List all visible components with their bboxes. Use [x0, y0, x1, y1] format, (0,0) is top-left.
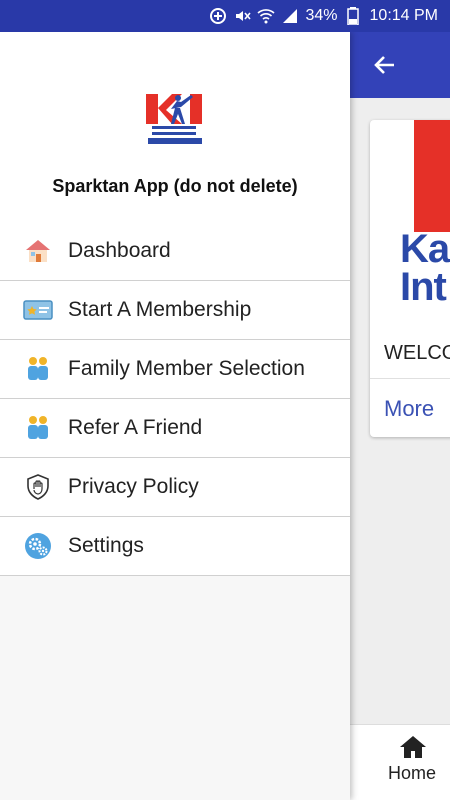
shield-hand-icon: [23, 472, 53, 502]
drawer-app-title: Sparktan App (do not delete): [52, 176, 298, 196]
navigation-drawer: Sparktan App (do not delete) Dashboard S…: [0, 32, 350, 800]
home-nav-label[interactable]: Home: [388, 763, 436, 784]
home-nav-icon[interactable]: [399, 735, 427, 759]
clock: 10:14 PM: [369, 7, 438, 24]
card-divider: [370, 378, 450, 379]
status-bar: 34% 10:14 PM: [0, 0, 450, 32]
menu-item-refer-a-friend[interactable]: Refer A Friend: [0, 399, 350, 458]
home-icon: [23, 236, 53, 266]
card-logo-text: Ka Int: [400, 227, 450, 309]
karate-international-logo: [144, 92, 206, 146]
drawer-menu: Dashboard Start A Membership Family Memb…: [0, 222, 350, 576]
menu-item-label: Settings: [68, 534, 144, 557]
battery-percent: 34%: [305, 7, 338, 24]
data-saver-icon: [209, 7, 227, 25]
menu-item-settings[interactable]: Settings: [0, 517, 350, 576]
wifi-icon: [257, 7, 276, 25]
mute-icon: [233, 7, 252, 25]
family-icon: [23, 354, 53, 384]
menu-item-start-membership[interactable]: Start A Membership: [0, 281, 350, 340]
menu-item-label: Dashboard: [68, 239, 171, 262]
menu-item-dashboard[interactable]: Dashboard: [0, 222, 350, 281]
back-arrow-icon[interactable]: [370, 50, 400, 80]
card-logo-red-block: [414, 120, 450, 232]
welcome-card[interactable]: Ka Int WELCO More: [370, 120, 450, 437]
bottom-nav: Home: [350, 724, 450, 800]
friends-icon: [23, 413, 53, 443]
menu-item-label: Privacy Policy: [68, 475, 199, 498]
menu-item-label: Start A Membership: [68, 298, 252, 321]
menu-item-label: Family Member Selection: [68, 357, 305, 380]
menu-item-privacy-policy[interactable]: Privacy Policy: [0, 458, 350, 517]
settings-gears-icon: [23, 531, 53, 561]
membership-card-icon: [23, 295, 53, 325]
more-link[interactable]: More: [384, 396, 434, 422]
menu-item-label: Refer A Friend: [68, 416, 203, 439]
menu-item-family-member-selection[interactable]: Family Member Selection: [0, 340, 350, 399]
signal-icon: [281, 7, 299, 25]
drawer-header: Sparktan App (do not delete): [0, 32, 350, 222]
battery-icon: [344, 7, 362, 25]
welcome-text: WELCO: [384, 342, 450, 364]
